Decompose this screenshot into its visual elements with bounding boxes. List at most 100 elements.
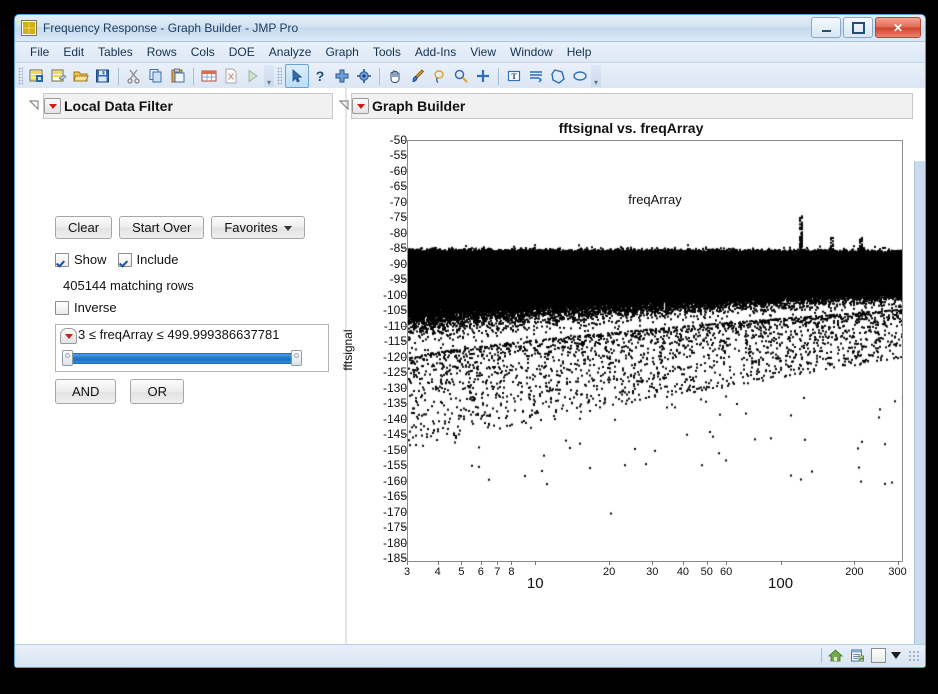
toolbar-separator [193,68,194,85]
open-folder-icon[interactable] [70,65,92,87]
show-checkbox[interactable] [55,253,69,267]
jmp-window: Frequency Response - Graph Builder - JMP… [14,14,926,668]
ldf-button-row: Clear Start Over Favorites [55,216,305,239]
script-file-icon[interactable] [220,65,242,87]
arrow-select-icon[interactable] [285,64,309,88]
ellipse-icon[interactable] [569,65,591,87]
run-script-icon[interactable] [242,65,264,87]
ldf-panel-title: Local Data Filter [64,98,173,114]
target-icon[interactable] [353,65,375,87]
report-icon[interactable] [849,647,866,664]
menu-tables[interactable]: Tables [91,43,140,61]
plus-icon[interactable] [472,65,494,87]
range-slider-track[interactable] [68,353,296,364]
ldf-title-bar: Local Data Filter [43,93,333,119]
menu-graph[interactable]: Graph [318,43,365,61]
chevron-down-icon [284,226,292,231]
clear-button[interactable]: Clear [55,216,112,239]
close-button[interactable]: ✕ [875,17,921,38]
menu-help[interactable]: Help [560,43,599,61]
save-icon[interactable] [92,65,114,87]
range-slider[interactable] [62,350,302,364]
ldf-popup-menu-button[interactable] [44,98,61,114]
minimize-button[interactable] [811,17,841,38]
menu-bar: File Edit Tables Rows Cols DOE Analyze G… [15,42,925,63]
toolbar-overflow-button[interactable]: ▾ [264,65,274,87]
x-tick-label: 6 [478,566,484,578]
or-button[interactable]: OR [130,379,184,404]
x-tick-mark [707,561,708,565]
maximize-button[interactable] [843,17,873,38]
menu-add-ins[interactable]: Add-Ins [408,43,463,61]
range-slider-handle-max[interactable] [291,350,302,366]
favorites-button[interactable]: Favorites [211,216,304,239]
menu-view[interactable]: View [463,43,503,61]
menu-edit[interactable]: Edit [56,43,91,61]
range-slider-handle-min[interactable] [62,350,73,366]
toolbar-separator [118,68,119,85]
window-box-icon[interactable] [871,648,886,663]
plot-area: fftsignal -50-55-60-65-70-75-80-85-90-95… [347,140,915,667]
gb-panel-title: Graph Builder [372,98,465,114]
inverse-checkbox[interactable] [55,301,69,315]
x-tick-label: 3 [404,566,410,578]
lasso-icon[interactable] [428,65,450,87]
toolbar-grip[interactable] [18,67,23,85]
magnifier-icon[interactable] [450,65,472,87]
new-data-table-icon[interactable] [26,65,48,87]
dropdown-caret-icon[interactable] [891,652,901,659]
lines-icon[interactable] [525,65,547,87]
title-bar: Frequency Response - Graph Builder - JMP… [15,15,925,42]
filter-condition-box: 3 ≤ freqArray ≤ 499.999386637781 [55,324,329,372]
toolbar-overflow-button-2[interactable]: ▾ [591,65,601,87]
cut-icon[interactable] [123,65,145,87]
inverse-row: Inverse [55,300,117,315]
menu-rows[interactable]: Rows [140,43,184,61]
svg-text:?: ? [316,68,325,84]
y-axis-ticks: -50-55-60-65-70-75-80-85-90-95-100-105-1… [363,140,407,560]
report-right-edge [914,161,925,645]
x-tick-mark [854,561,855,565]
text-annotate-icon[interactable]: T [503,65,525,87]
local-data-filter-header: Local Data Filter [43,93,333,119]
x-tick-label: 8 [508,566,514,578]
include-label: Include [137,252,179,267]
toolbar: ▾ ? T [15,63,925,90]
brush-icon[interactable] [406,65,428,87]
include-checkbox[interactable] [118,253,132,267]
menu-doe[interactable]: DOE [222,43,262,61]
x-tick-mark [481,561,482,565]
menu-analyze[interactable]: Analyze [262,43,319,61]
toolbar-grip-2[interactable] [277,67,282,85]
favorites-label: Favorites [224,220,277,235]
toolbar-separator [379,68,380,85]
disclosure-triangle-icon-2[interactable] [339,98,350,109]
gb-popup-menu-button[interactable] [352,98,369,114]
filter-popup-menu-button[interactable] [60,328,77,344]
crosshair-icon[interactable] [331,65,353,87]
copy-icon[interactable] [145,65,167,87]
new-script-icon[interactable] [48,65,70,87]
jmp-grid-icon [21,20,37,36]
menu-tools[interactable]: Tools [366,43,408,61]
paste-icon[interactable] [167,65,189,87]
status-bar [15,644,925,667]
resize-grip-icon[interactable] [908,650,919,661]
question-mark-icon[interactable]: ? [309,65,331,87]
start-over-button[interactable]: Start Over [119,216,204,239]
x-tick-label: 5 [458,566,464,578]
close-icon: ✕ [893,22,903,34]
menu-window[interactable]: Window [503,43,560,61]
polygon-icon[interactable] [547,65,569,87]
home-icon[interactable] [827,647,844,664]
x-tick-mark [438,561,439,565]
menu-cols[interactable]: Cols [184,43,222,61]
show-label: Show [74,252,107,267]
data-table-icon[interactable] [198,65,220,87]
menu-file[interactable]: File [23,43,56,61]
hand-grabber-icon[interactable] [384,65,406,87]
show-include-row: Show Include [55,252,178,267]
and-button[interactable]: AND [55,379,116,404]
disclosure-triangle-icon[interactable] [29,98,40,109]
gb-title-bar: Graph Builder [351,93,913,119]
